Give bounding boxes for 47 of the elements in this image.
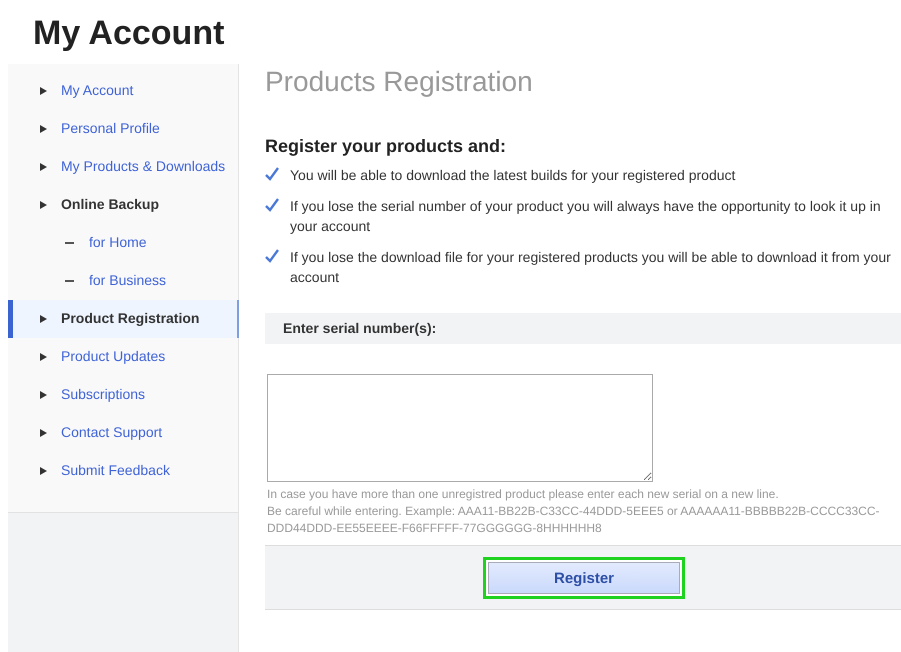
sidebar-item-label: Product Updates	[61, 347, 166, 366]
arrow-icon	[40, 467, 47, 475]
serial-input-field[interactable]	[267, 374, 653, 482]
sidebar-item[interactable]: Product Registration	[8, 300, 239, 338]
sidebar-item-label: for Business	[89, 271, 166, 290]
arrow-icon	[40, 201, 47, 209]
sidebar-item-label: My Products & Downloads	[61, 157, 226, 176]
sidebar-item[interactable]: Online Backup	[8, 186, 238, 224]
benefit-text: If you lose the download file for your registered products you will be able to download it from your account	[290, 248, 892, 287]
sidebar-item[interactable]: for Home	[8, 224, 238, 262]
sidebar-item-label: Submit Feedback	[61, 461, 170, 480]
hint-text: In case you have more than one unregistred product please enter each new serial on a new line.	[267, 486, 780, 503]
sidebar-item-label: Personal Profile	[61, 119, 160, 138]
page-title: My Account	[32, 13, 226, 54]
sidebar-item[interactable]: for Business	[8, 262, 238, 300]
serial-label: Enter serial number(s):	[265, 313, 901, 344]
sidebar-item[interactable]: Subscriptions	[8, 376, 238, 414]
sidebar-item[interactable]: My Account	[8, 72, 238, 110]
sidebar-item[interactable]: My Products & Downloads	[8, 148, 238, 186]
dash-icon	[65, 242, 74, 244]
check-icon	[265, 249, 279, 263]
arrow-icon	[40, 125, 47, 133]
section-subtitle: Register your products and:	[265, 136, 508, 157]
arrow-icon	[40, 353, 47, 361]
arrow-icon	[40, 163, 47, 171]
sidebar-item-label: Online Backup	[61, 195, 160, 214]
sidebar-item[interactable]: Submit Feedback	[8, 452, 238, 490]
check-icon	[265, 167, 279, 181]
benefit-text: If you lose the serial number of your product you will always have the opportunity to look it up in your account	[290, 197, 882, 236]
arrow-icon	[40, 429, 47, 437]
dash-icon	[65, 280, 74, 282]
arrow-icon	[40, 391, 47, 399]
sidebar-item[interactable]: Personal Profile	[8, 110, 238, 148]
sidebar-item[interactable]: Product Updates	[8, 338, 238, 376]
sidebar-item-label: for Home	[89, 233, 147, 252]
check-icon	[265, 198, 279, 212]
section-title: Products Registration	[265, 66, 534, 99]
sidebar-item-label: Product Registration	[61, 309, 200, 328]
arrow-icon	[40, 87, 47, 95]
hint-text: Be careful while entering. Example: AAA11-BB22B-C33CC-44DDD-5EEE5 or AAAAAA11-BBBBB22B-CCCC33CC-DDD44DDD-EE55EEEE-F66FFFFF-77GGGGGG-8HHHHHH8	[267, 503, 880, 537]
sidebar-item-label: Subscriptions	[61, 385, 146, 404]
sidebar-item-label: My Account	[61, 81, 134, 100]
sidebar-item[interactable]: Contact Support	[8, 414, 238, 452]
benefit-text: You will be able to download the latest builds for your registered product	[290, 166, 736, 185]
sidebar-item-label: Contact Support	[61, 423, 162, 442]
arrow-icon	[40, 315, 47, 323]
register-button[interactable]: Register	[483, 557, 685, 599]
